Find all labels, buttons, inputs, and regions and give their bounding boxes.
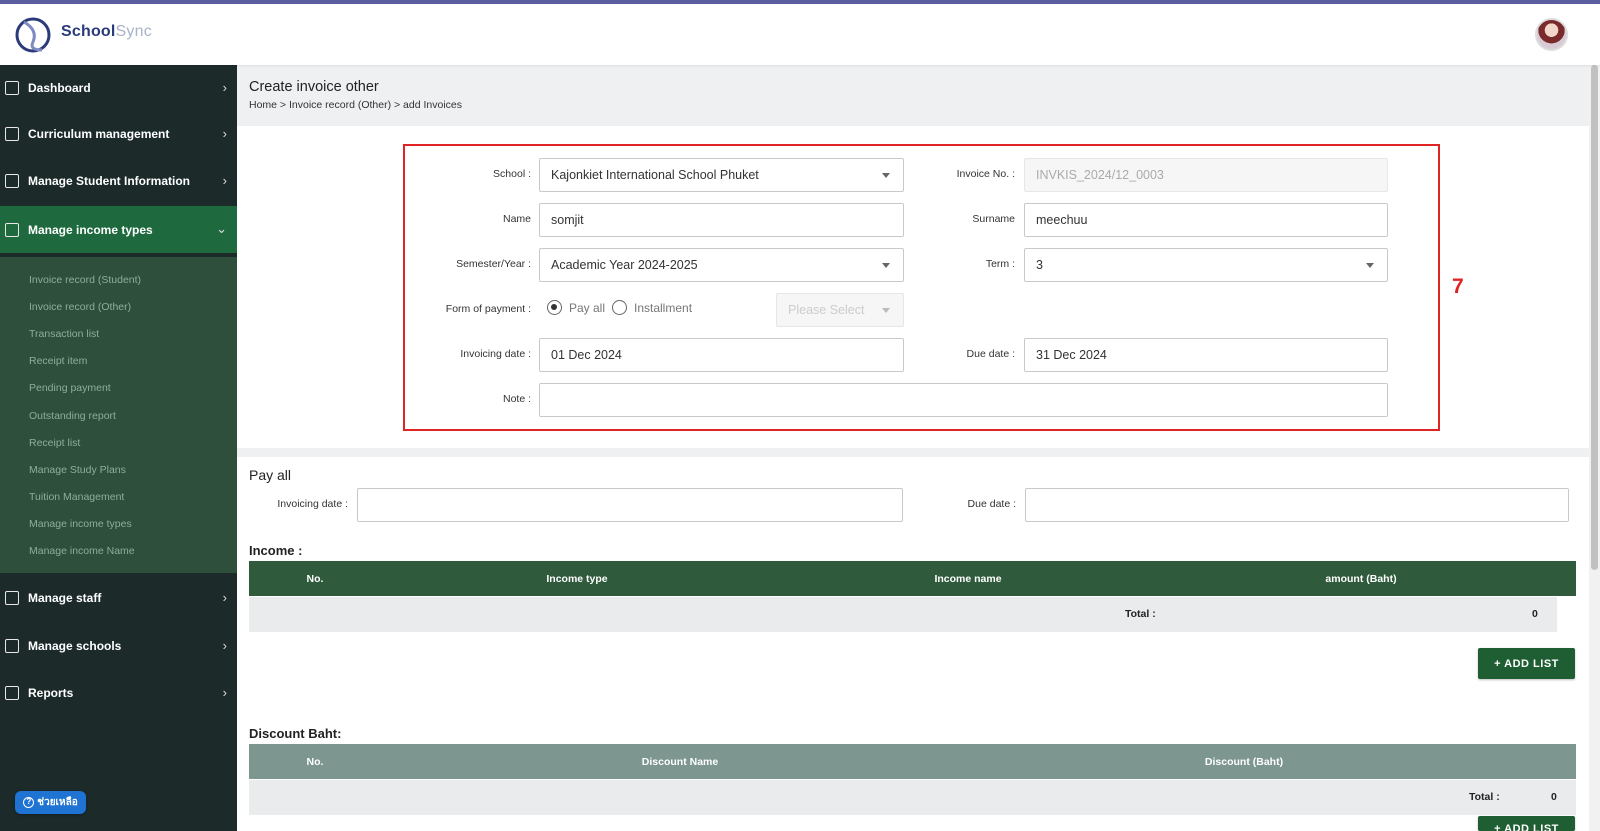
- question-icon: ?: [23, 797, 35, 808]
- income-add-list-button[interactable]: + ADD LIST: [1478, 648, 1575, 679]
- income-total-value: 0: [1532, 608, 1538, 620]
- submenu-tuition[interactable]: Tuition Management: [29, 491, 124, 503]
- installment-radio[interactable]: [612, 300, 627, 315]
- school-label: School :: [493, 168, 531, 180]
- discount-col-amount: Discount (Baht): [1204, 755, 1284, 768]
- caret-down-icon: [882, 308, 890, 313]
- pay-all-invoicing-date-label: Invoicing date :: [277, 498, 348, 510]
- discount-table-header: No. Discount Name Discount (Baht): [249, 744, 1576, 779]
- submenu-pending-payment[interactable]: Pending payment: [29, 382, 111, 394]
- income-col-type: Income type: [546, 572, 608, 585]
- submenu-income-types[interactable]: Manage income types: [29, 518, 132, 530]
- discount-total-label: Total :: [1469, 791, 1500, 803]
- installment-select: Please Select: [776, 293, 904, 327]
- sidebar-item-staff[interactable]: Manage staff ›: [0, 575, 237, 621]
- discount-total-value: 0: [1551, 791, 1557, 803]
- page-title: Create invoice other: [249, 79, 379, 95]
- surname-label: Surname: [972, 213, 1015, 225]
- pay-all-due-date-input[interactable]: [1025, 488, 1569, 522]
- discount-title: Discount Baht:: [249, 726, 342, 741]
- name-input[interactable]: somjit: [539, 203, 904, 237]
- discount-col-no: No.: [306, 755, 324, 768]
- note-label: Note :: [502, 393, 531, 405]
- term-select[interactable]: 3: [1024, 248, 1388, 282]
- income-col-name: Income name: [934, 572, 1002, 585]
- chevron-right-icon: ›: [222, 173, 227, 188]
- income-col-no: No.: [306, 572, 324, 585]
- invoice-no-label: Invoice No. :: [956, 168, 1015, 180]
- sidebar-item-dashboard[interactable]: Dashboard ›: [0, 65, 237, 111]
- installment-label: Installment: [634, 301, 693, 315]
- income-icon: [5, 222, 19, 237]
- pay-all-invoicing-date-input[interactable]: [357, 488, 903, 522]
- submenu-transaction-list[interactable]: Transaction list: [29, 328, 99, 340]
- invoice-no-field: INVKIS_2024/12_0003: [1024, 158, 1388, 192]
- page-header: [237, 65, 1589, 126]
- grid-icon: [5, 81, 19, 95]
- section-divider: [237, 448, 1589, 457]
- submenu-invoice-student[interactable]: Invoice record (Student): [29, 274, 141, 286]
- pay-all-radio[interactable]: [547, 300, 562, 315]
- income-total-label: Total :: [1125, 608, 1156, 620]
- income-submenu: Invoice record (Student) Invoice record …: [0, 257, 237, 573]
- chevron-down-icon: ⌄: [216, 221, 227, 236]
- sidebar-item-student-info[interactable]: Manage Student Information ›: [0, 158, 237, 204]
- discount-total-row: Total : 0: [249, 780, 1576, 815]
- due-date-label: Due date :: [966, 348, 1015, 360]
- payment-form-label: Form of payment :: [445, 303, 531, 315]
- term-label: Term :: [985, 258, 1015, 270]
- due-date-input[interactable]: 31 Dec 2024: [1024, 338, 1388, 372]
- income-col-amount: amount (Baht): [1325, 572, 1397, 585]
- sidebar-item-schools[interactable]: Manage schools ›: [0, 623, 237, 669]
- income-table-header: No. Income type Income name amount (Baht…: [249, 561, 1576, 596]
- submenu-outstanding-report[interactable]: Outstanding report: [29, 410, 116, 422]
- scrollbar[interactable]: [1589, 65, 1600, 831]
- invoicing-date-input[interactable]: 01 Dec 2024: [539, 338, 904, 372]
- income-title: Income :: [249, 543, 303, 558]
- submenu-receipt-item[interactable]: Receipt item: [29, 355, 87, 367]
- caret-down-icon: [882, 263, 890, 268]
- sidebar-item-income-types[interactable]: Manage income types ⌄: [0, 206, 237, 253]
- discount-col-name: Discount Name: [641, 755, 719, 768]
- chevron-right-icon: ›: [222, 80, 227, 95]
- pay-all-title: Pay all: [249, 467, 292, 483]
- chevron-right-icon: ›: [222, 590, 227, 605]
- sidebar: Dashboard › Curriculum management › Mana…: [0, 65, 237, 831]
- annotation-step-number: 7: [1452, 275, 1464, 298]
- schoolsync-logo-icon: [15, 17, 51, 53]
- graduation-cap-icon: [5, 127, 19, 141]
- help-button[interactable]: ? ช่วยเหลือ: [15, 791, 86, 814]
- clipboard-icon: [5, 686, 19, 700]
- submenu-income-name[interactable]: Manage income Name: [29, 545, 135, 557]
- discount-add-list-button[interactable]: + ADD LIST: [1478, 816, 1575, 831]
- semester-label: Semester/Year :: [456, 258, 531, 270]
- sidebar-item-reports[interactable]: Reports ›: [0, 670, 237, 716]
- app-name: SchoolSync: [61, 23, 152, 40]
- chevron-right-icon: ›: [222, 638, 227, 653]
- user-avatar[interactable]: [1535, 18, 1568, 51]
- student-icon: [5, 174, 19, 188]
- name-label: Name: [502, 213, 531, 225]
- submenu-invoice-other[interactable]: Invoice record (Other): [29, 301, 131, 313]
- caret-down-icon: [1366, 263, 1374, 268]
- submenu-receipt-list[interactable]: Receipt list: [29, 437, 80, 449]
- income-total-row: Total : 0: [249, 597, 1557, 632]
- invoicing-date-label: Invoicing date :: [460, 348, 531, 360]
- id-card-icon: [5, 591, 19, 605]
- school-icon: [5, 639, 19, 653]
- semester-select[interactable]: Academic Year 2024-2025: [539, 248, 904, 282]
- scrollbar-thumb[interactable]: [1591, 65, 1598, 570]
- chevron-right-icon: ›: [222, 126, 227, 141]
- submenu-study-plans[interactable]: Manage Study Plans: [29, 464, 126, 476]
- chevron-right-icon: ›: [222, 685, 227, 700]
- school-select[interactable]: Kajonkiet International School Phuket: [539, 158, 904, 192]
- sidebar-item-curriculum[interactable]: Curriculum management ›: [0, 111, 237, 157]
- caret-down-icon: [882, 173, 890, 178]
- pay-all-due-date-label: Due date :: [967, 498, 1016, 510]
- breadcrumb: Home > Invoice record (Other) > add Invo…: [249, 99, 463, 111]
- note-input[interactable]: [539, 383, 1388, 417]
- surname-input[interactable]: meechuu: [1024, 203, 1388, 237]
- pay-all-label: Pay all: [569, 301, 606, 315]
- top-header: SchoolSync: [0, 4, 1600, 65]
